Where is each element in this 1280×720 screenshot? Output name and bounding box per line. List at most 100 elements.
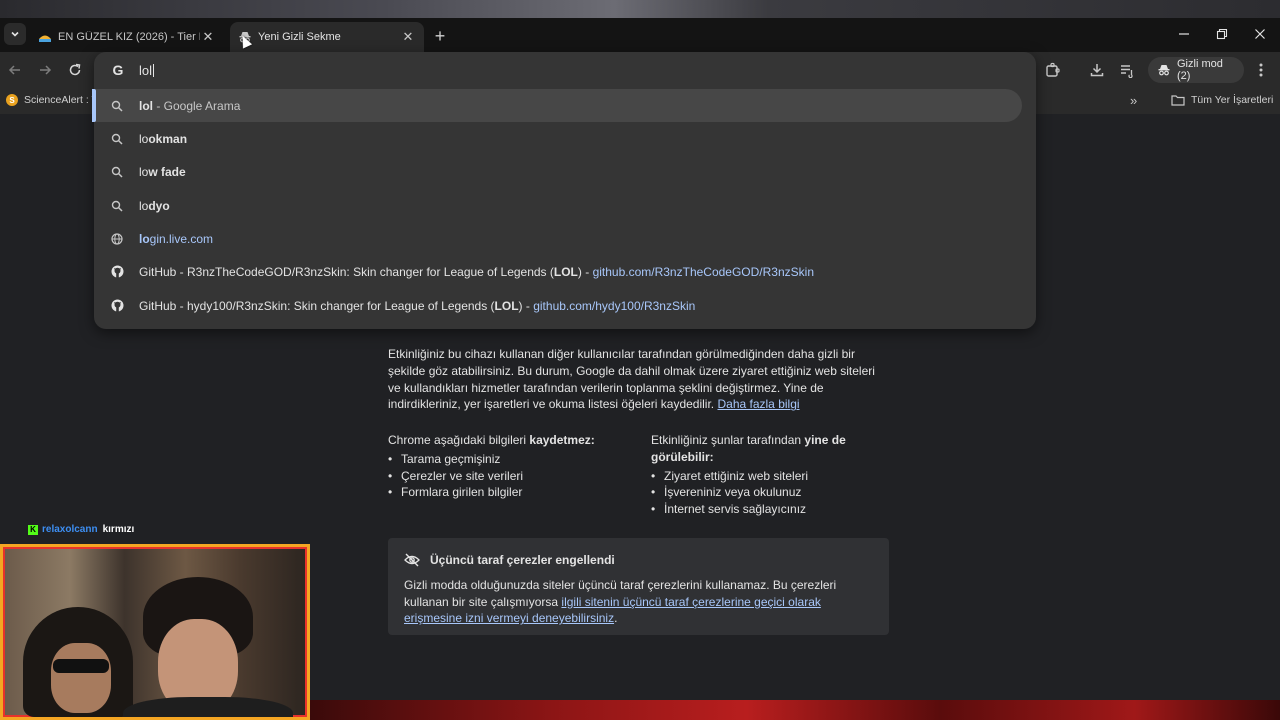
suggestion-bold: lo: [139, 231, 150, 246]
suggestion-title: GitHub - R3nzTheCodeGOD/R3nzSkin: Skin c…: [139, 264, 554, 279]
search-icon: [110, 99, 124, 113]
bookmark-sciencealert[interactable]: S ScienceAlert : T: [6, 94, 94, 106]
tab-title: EN GÜZEL KIZ (2026) - Tier List: [58, 31, 200, 43]
incognito-icon: [1157, 63, 1171, 77]
suggestion-item[interactable]: lodyo: [94, 189, 1022, 222]
suggestion-bold: LOL: [553, 264, 578, 279]
list-item: Formlara girilen bilgiler: [388, 484, 628, 501]
not-saved-list: Tarama geçmişiniz Çerezler ve site veril…: [388, 451, 628, 501]
sunglasses: [53, 659, 109, 673]
double-chevron-right-icon[interactable]: »: [1130, 93, 1137, 108]
tab-strip: EN GÜZEL KIZ (2026) - Tier List ✕ Yeni G…: [0, 18, 1280, 52]
all-bookmarks-label: Tüm Yer İşaretleri: [1191, 94, 1274, 106]
still-visible-heading: Etkinliğiniz şunlar tarafından yine de g…: [651, 432, 881, 466]
close-icon[interactable]: ✕: [400, 29, 416, 45]
chat-text: kırmızı: [102, 524, 135, 535]
chevron-down-icon: [11, 31, 19, 37]
suggestion-sep: ) -: [577, 264, 593, 279]
incognito-profile-button[interactable]: Gizli mod (2): [1148, 57, 1244, 83]
address-bar[interactable]: G lol: [94, 52, 1036, 88]
suggestion-bold: lol: [139, 98, 153, 113]
cookies-card-heading: Üçüncü taraf çerezler engellendi: [404, 552, 873, 569]
suggestion-suffix: - Google Arama: [153, 98, 241, 113]
webcam-overlay: [0, 544, 310, 720]
github-icon: [110, 265, 124, 279]
close-icon[interactable]: ✕: [200, 29, 216, 45]
typed-text: lol: [139, 63, 153, 78]
suggestion-item[interactable]: GitHub - hydy100/R3nzSkin: Skin changer …: [94, 289, 1022, 322]
suggestion-item[interactable]: GitHub - R3nzTheCodeGOD/R3nzSkin: Skin c…: [94, 255, 1022, 288]
media-queue-icon[interactable]: [1117, 60, 1137, 80]
eye-off-icon: [404, 553, 420, 567]
suggestion-sep: ) -: [518, 298, 534, 313]
still-visible-column: Etkinliğiniz şunlar tarafından yine de g…: [651, 432, 881, 518]
cookies-text-end: .: [614, 611, 618, 626]
suggestion-title: GitHub - hydy100/R3nzSkin: Skin changer …: [139, 298, 495, 313]
search-icon: [110, 165, 124, 179]
suggestion-normal: lo: [139, 164, 149, 179]
suggestion-url: github.com/hydy100/R3nzSkin: [533, 298, 696, 313]
download-icon[interactable]: [1087, 60, 1107, 80]
heading-normal: Etkinliğiniz şunlar tarafından: [651, 433, 805, 447]
cookies-card-body: Gizli modda olduğunuzda siteler üçüncü t…: [404, 577, 873, 627]
minimize-icon[interactable]: [1174, 24, 1194, 44]
all-bookmarks-button[interactable]: Tüm Yer İşaretleri: [1171, 94, 1273, 106]
stream-background-bottom: [310, 700, 1280, 720]
restore-icon[interactable]: [1212, 24, 1232, 44]
suggestion-item[interactable]: login.live.com: [94, 222, 1022, 255]
still-visible-list: Ziyaret ettiğiniz web siteleri İşverenin…: [651, 468, 881, 518]
not-saved-heading: Chrome aşağıdaki bilgileri kaydetmez:: [388, 432, 628, 449]
suggestion-item[interactable]: lookman: [94, 122, 1022, 155]
suggestion-normal: gin.live.com: [149, 231, 214, 246]
sciencealert-favicon-icon: S: [6, 94, 18, 106]
suggestion-normal: lo: [139, 198, 149, 213]
search-icon: [110, 199, 124, 213]
list-item: İşvereniniz veya okulunuz: [651, 484, 881, 501]
intro-text: Etkinliğiniz bu cihazı kullanan diğer ku…: [388, 347, 875, 412]
suggestion-normal: lo: [139, 131, 149, 146]
back-arrow-icon[interactable]: [5, 60, 25, 80]
list-item: Ziyaret ettiğiniz web siteleri: [651, 468, 881, 485]
suggestion-url: github.com/R3nzTheCodeGOD/R3nzSkin: [592, 264, 814, 279]
list-item: Çerezler ve site verileri: [388, 468, 628, 485]
suggestion-bold: LOL: [494, 298, 519, 313]
github-icon: [110, 299, 124, 313]
tab-title: Yeni Gizli Sekme: [258, 31, 341, 43]
omnibox-dropdown: G lol lol - Google Arama lookman low fad…: [92, 52, 1036, 329]
stream-chat-message: K relaxolcann kırmızı: [28, 524, 134, 535]
webcam-person-face: [51, 643, 111, 713]
learn-more-link[interactable]: Daha fazla bilgi: [717, 397, 799, 411]
not-saved-column: Chrome aşağıdaki bilgileri kaydetmez: Ta…: [388, 432, 628, 501]
list-item: Tarama geçmişiniz: [388, 451, 628, 468]
globe-icon: [110, 232, 124, 246]
bookmark-label: ScienceAlert : T: [24, 94, 94, 106]
suggestion-item[interactable]: low fade: [94, 155, 1022, 188]
heading-bold: kaydetmez:: [529, 433, 595, 447]
tab-incognito[interactable]: Yeni Gizli Sekme ✕: [230, 22, 424, 52]
forward-arrow-icon[interactable]: [35, 60, 55, 80]
heading-normal: Chrome aşağıdaki bilgileri: [388, 433, 530, 447]
suggestion-bold: dyo: [148, 198, 170, 213]
address-input[interactable]: lol: [139, 63, 155, 78]
list-item: İnternet servis sağlayıcınız: [651, 501, 881, 518]
google-g-icon: G: [112, 62, 124, 78]
reload-icon[interactable]: [65, 60, 85, 80]
stream-background-top: [0, 0, 1280, 18]
search-icon: [110, 132, 124, 146]
close-window-icon[interactable]: [1250, 24, 1270, 44]
text-caret: [153, 64, 155, 77]
extensions-icon[interactable]: [1043, 60, 1063, 80]
suggestion-bold: w fade: [148, 164, 186, 179]
more-menu-icon[interactable]: [1251, 60, 1271, 80]
incognito-intro: Etkinliğiniz bu cihazı kullanan diğer ku…: [388, 346, 888, 413]
webcam-person-shirt: [123, 697, 293, 717]
kick-badge-icon: K: [28, 524, 38, 535]
tab-search-button[interactable]: [4, 23, 26, 45]
suggestion-bold: okman: [148, 131, 188, 146]
cookies-card-title: Üçüncü taraf çerezler engellendi: [430, 553, 615, 567]
folder-icon: [1171, 94, 1185, 106]
suggestion-item[interactable]: lol - Google Arama: [92, 89, 1022, 122]
chat-username: relaxolcann: [42, 524, 98, 535]
new-tab-button[interactable]: +: [430, 26, 450, 46]
tab-tier-list[interactable]: EN GÜZEL KIZ (2026) - Tier List ✕: [30, 22, 224, 52]
